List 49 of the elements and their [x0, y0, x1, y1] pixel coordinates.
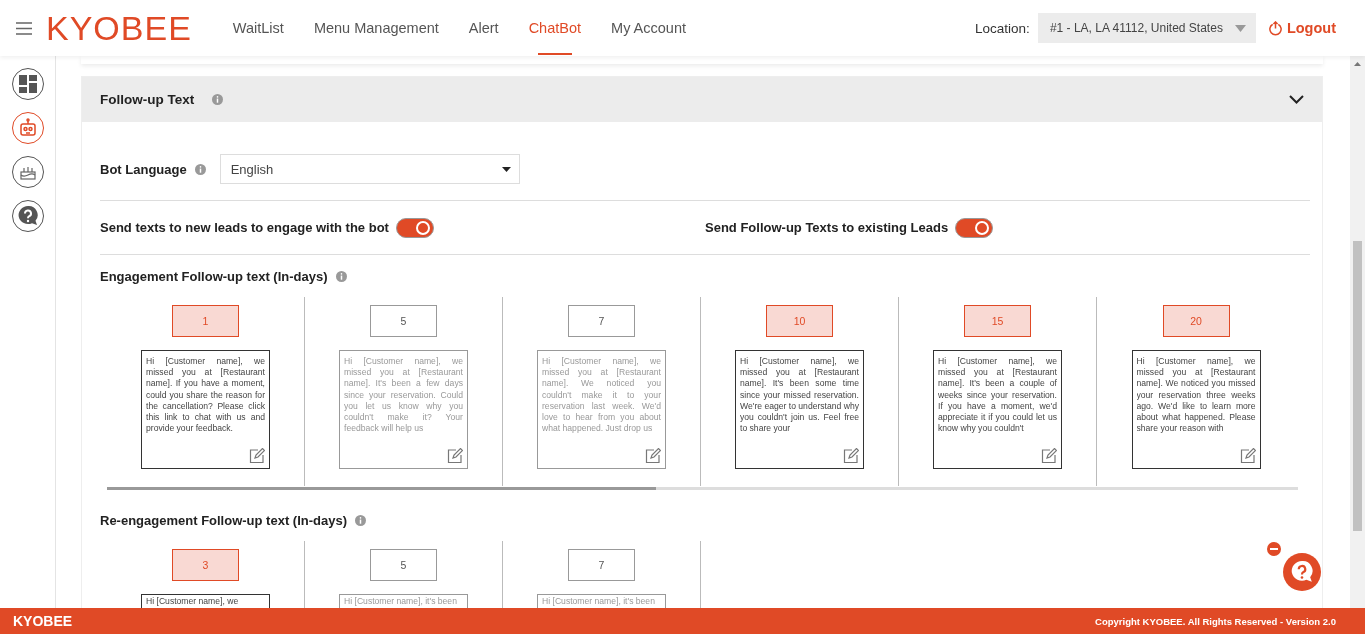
toggle-label: Send texts to new leads to engage with the bot [100, 220, 389, 235]
power-icon [1267, 20, 1283, 36]
language-select[interactable]: English [219, 154, 520, 184]
message-box[interactable]: Hi [Customer name], we missed you at [Restaurant name]. It's been some time since your missed reservation. We're eager to understand why you couldn't join us. Feel free to share your [735, 350, 864, 469]
section-title: Engagement Follow-up text (In-days) [100, 268, 328, 284]
day-field[interactable]: 5 [370, 549, 437, 581]
location-dropdown[interactable]: #1 - LA, LA 41112, United States [1037, 13, 1256, 43]
copyright-text: Copyright KYOBEE. All Rights Reserved - Version 2.0 [1095, 615, 1336, 627]
caret-icon [501, 166, 511, 172]
bot-language-label: Bot Language [100, 161, 187, 177]
chevron-icon[interactable] [1289, 95, 1304, 104]
minimize-icon[interactable] [1267, 542, 1281, 556]
panel-title: Follow-up Text [100, 92, 195, 107]
nav-tab[interactable]: ChatBot [513, 0, 597, 56]
logo: KYOBEE [46, 8, 192, 48]
caret-icon [1234, 24, 1246, 32]
edit-icon[interactable] [645, 448, 661, 464]
help-button[interactable] [1283, 553, 1321, 591]
toggle-label: Send Follow-up Texts to existing Leads [705, 220, 949, 235]
nav-tab[interactable]: Alert [453, 0, 514, 56]
toggle-switch[interactable] [955, 217, 994, 238]
info-icon [335, 270, 347, 282]
message-box[interactable]: Hi [Customer name], we missed you at [Restaurant name]. It's been a couple of weeks since your reservation. If you have a moment, we'd appreciate it if you could let us know why you couldn't [933, 350, 1062, 469]
message-box[interactable]: Hi [Customer name], we missed you at [Restaurant name]. If you have a moment, could you share the reason for the cancellation? Please click this link to chat with us and provide your feedback. [141, 350, 270, 469]
nav-tab[interactable]: My Account [596, 0, 701, 56]
edit-icon[interactable] [1041, 448, 1057, 464]
info-icon [194, 163, 206, 175]
menu-icon[interactable] [16, 21, 32, 35]
toggle-switch[interactable] [395, 217, 434, 238]
help-icon [1290, 560, 1314, 584]
scroll-up-icon[interactable] [1354, 62, 1361, 66]
message-box[interactable]: Hi [Customer name], we missed you at [Restaurant name]. We noticed you missed your reservation three weeks ago. We'd like to learn more about what happened. Please share your reason with [1131, 350, 1261, 469]
edit-icon[interactable] [843, 448, 859, 464]
info-icon [355, 514, 366, 526]
day-field[interactable]: 7 [568, 549, 635, 581]
day-field[interactable]: 7 [568, 305, 635, 337]
scrollbar-thumb[interactable] [1353, 241, 1362, 531]
location-label: Location: [975, 20, 1030, 36]
edit-icon[interactable] [249, 448, 265, 464]
info-icon [212, 94, 224, 105]
edit-icon[interactable] [1239, 448, 1256, 464]
edit-icon[interactable] [447, 448, 463, 464]
nav-tab[interactable]: Menu Management [298, 0, 454, 56]
day-field[interactable]: 5 [370, 305, 437, 337]
logout-button[interactable]: Logout [1267, 20, 1336, 36]
nav-tab[interactable]: WaitList [217, 0, 299, 56]
footer-brand: KYOBEE [13, 613, 73, 629]
section-title: Re-engagement Follow-up text (In-days) [100, 512, 347, 528]
panel-header[interactable]: Follow-up Text [82, 77, 1322, 122]
